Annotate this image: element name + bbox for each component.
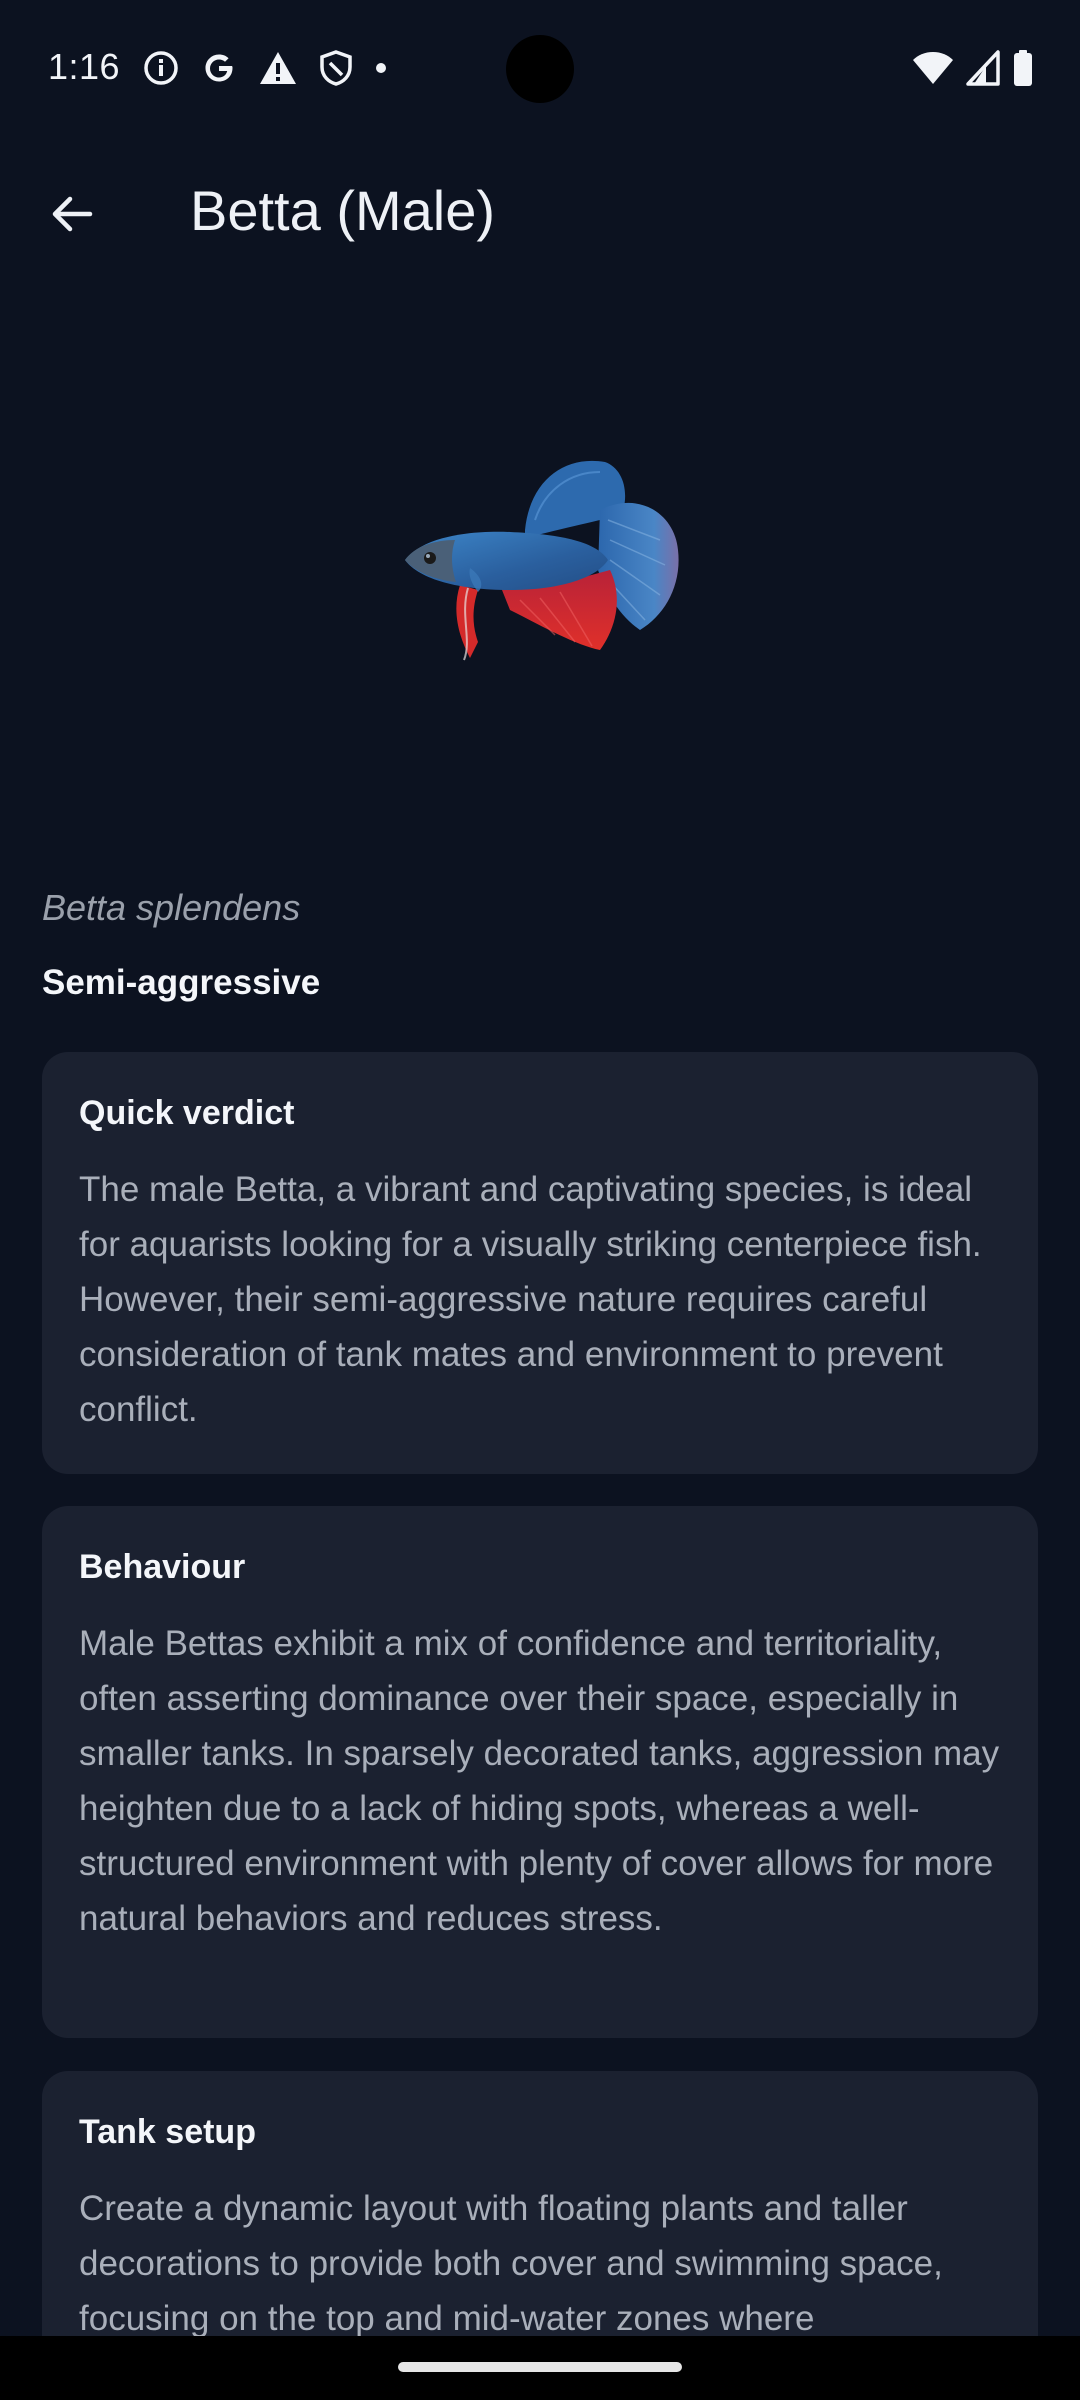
info-icon xyxy=(144,51,178,85)
card-title: Quick verdict xyxy=(79,1094,295,1132)
arrow-back-icon xyxy=(52,196,93,232)
google-icon xyxy=(205,54,233,82)
status-notification-icons xyxy=(142,48,388,88)
quick-verdict-card: Quick verdict The male Betta, a vibrant … xyxy=(42,1052,1038,1474)
battery-icon xyxy=(1014,50,1032,86)
camera-cutout xyxy=(506,35,574,103)
status-system-icons xyxy=(912,48,1034,88)
status-bar: 1:16 xyxy=(0,0,1080,136)
card-body: The male Betta, a vibrant and captivatin… xyxy=(79,1170,982,1429)
signal-icon xyxy=(966,50,1000,86)
page-title: Betta (Male) xyxy=(190,179,495,242)
behaviour-card: Behaviour Male Bettas exhibit a mix of c… xyxy=(42,1506,1038,2038)
dot-icon xyxy=(376,63,386,73)
temperament-label: Semi-aggressive xyxy=(42,963,321,1002)
back-button[interactable] xyxy=(24,166,120,262)
card-body: Create a dynamic layout with floating pl… xyxy=(79,2189,943,2338)
scientific-name: Betta splendens xyxy=(42,887,301,928)
card-title: Tank setup xyxy=(79,2113,256,2151)
warning-icon xyxy=(260,52,296,84)
card-body: Male Bettas exhibit a mix of confidence … xyxy=(79,1624,1000,1938)
top-app-bar: Betta (Male) xyxy=(0,136,1080,280)
fish-image xyxy=(360,420,720,720)
card-title: Behaviour xyxy=(79,1548,246,1586)
wifi-icon xyxy=(913,52,953,84)
gesture-handle[interactable] xyxy=(398,2362,682,2372)
status-time: 1:16 xyxy=(48,46,121,87)
shield-icon xyxy=(320,50,352,86)
navigation-bar xyxy=(0,2336,1080,2400)
